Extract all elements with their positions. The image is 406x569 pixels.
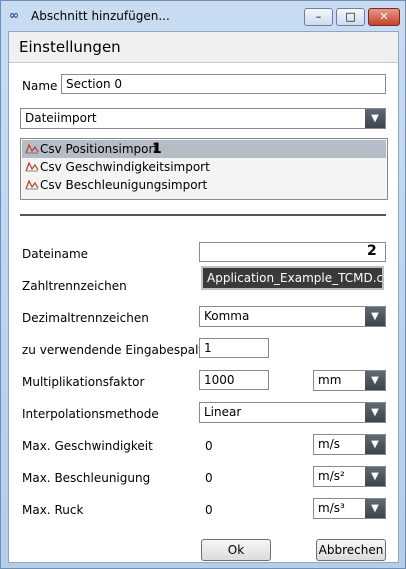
list-item-csv-position[interactable]: Csv Positionsimport 1 — [22, 140, 386, 158]
minimize-icon: – — [315, 10, 322, 23]
chart-icon — [25, 179, 39, 190]
chevron-down-icon: ▼ — [365, 435, 385, 454]
multiplier-unit-value: mm — [318, 373, 342, 387]
interpolation-select[interactable]: Linear ▼ — [199, 402, 386, 423]
list-item-csv-acceleration[interactable]: Csv Beschleunigungsimport — [22, 176, 386, 194]
max-acceleration-unit-value: m/s² — [318, 469, 345, 483]
list-item-label: Csv Beschleunigungsimport — [40, 178, 208, 192]
divider — [20, 214, 386, 216]
list-item-label: Csv Positionsimport — [40, 142, 159, 156]
chevron-down-icon: ▼ — [365, 499, 385, 518]
max-jerk-unit-select[interactable]: m/s³ ▼ — [313, 498, 386, 519]
input-column-input[interactable]: 1 — [199, 338, 269, 358]
max-acceleration-value: 0 — [205, 471, 213, 485]
max-velocity-value: 0 — [205, 439, 213, 453]
max-jerk-value: 0 — [205, 503, 213, 517]
chevron-down-icon: ▼ — [365, 109, 385, 128]
window-title: Abschnitt hinzufügen... — [31, 9, 170, 23]
max-velocity-label: Max. Geschwindigkeit — [22, 439, 153, 453]
multiplier-label: Multiplikationsfaktor — [22, 375, 145, 389]
decimal-separator-select[interactable]: Komma ▼ — [199, 306, 386, 327]
list-item-label: Csv Geschwindigkeitsimport — [40, 160, 210, 174]
section-header: Einstellungen — [9, 32, 398, 63]
max-jerk-unit-value: m/s³ — [318, 501, 345, 515]
chart-icon — [25, 161, 39, 172]
list-item-csv-velocity[interactable]: Csv Geschwindigkeitsimport — [22, 158, 386, 176]
step-badge-2: 2 — [367, 243, 377, 259]
name-input[interactable]: Section 0 — [61, 74, 386, 94]
decimal-separator-value: Komma — [204, 309, 250, 323]
decimal-separator-label: Dezimaltrennzeichen — [22, 311, 149, 325]
section-title: Einstellungen — [19, 38, 121, 56]
filename-label: Dateiname — [22, 247, 89, 261]
multiplier-unit-select[interactable]: mm ▼ — [313, 370, 386, 391]
chevron-down-icon: ▼ — [365, 467, 385, 486]
input-column-label: zu verwendende Eingabespalte — [22, 343, 211, 357]
max-acceleration-unit-select[interactable]: m/s² ▼ — [313, 466, 386, 487]
ok-button[interactable]: Ok — [201, 539, 271, 561]
dialog-window: ∞ Abschnitt hinzufügen... – □ ✕ Einstell… — [0, 0, 406, 569]
name-label: Name — [22, 79, 58, 93]
import-type-value: Dateiimport — [25, 111, 97, 125]
max-velocity-unit-select[interactable]: m/s ▼ — [313, 434, 386, 455]
title-bar[interactable]: ∞ Abschnitt hinzufügen... – □ ✕ — [1, 1, 405, 31]
interpolation-label: Interpolationsmethode — [22, 407, 159, 421]
number-separator-label: Zahltrennzeichen — [22, 279, 127, 293]
max-acceleration-label: Max. Beschleunigung — [22, 471, 151, 485]
max-velocity-unit-value: m/s — [318, 437, 340, 451]
cancel-button[interactable]: Abbrechen — [316, 539, 386, 561]
minimize-button[interactable]: – — [304, 8, 333, 26]
close-button[interactable]: ✕ — [368, 8, 400, 26]
max-jerk-label: Max. Ruck — [22, 503, 84, 517]
step-badge-1: 1 — [152, 141, 162, 157]
multiplier-input[interactable]: 1000 — [199, 370, 269, 390]
chart-icon — [25, 143, 39, 154]
chevron-down-icon: ▼ — [365, 403, 385, 422]
close-icon: ✕ — [379, 10, 389, 23]
chevron-down-icon: ▼ — [365, 307, 385, 326]
import-type-select[interactable]: Dateiimport ▼ — [20, 108, 386, 129]
filename-tooltip: Application_Example_TCMD.csv — [201, 266, 384, 290]
infinity-icon: ∞ — [9, 8, 19, 22]
interpolation-value: Linear — [204, 405, 242, 419]
import-type-list[interactable]: Csv Positionsimport 1 Csv Geschwindigkei… — [20, 138, 388, 200]
dialog-content: Einstellungen Name Section 0 Dateiimport… — [8, 31, 399, 563]
maximize-button[interactable]: □ — [336, 8, 365, 26]
maximize-icon: □ — [345, 10, 356, 23]
filename-input[interactable] — [199, 242, 386, 262]
chevron-down-icon: ▼ — [365, 371, 385, 390]
